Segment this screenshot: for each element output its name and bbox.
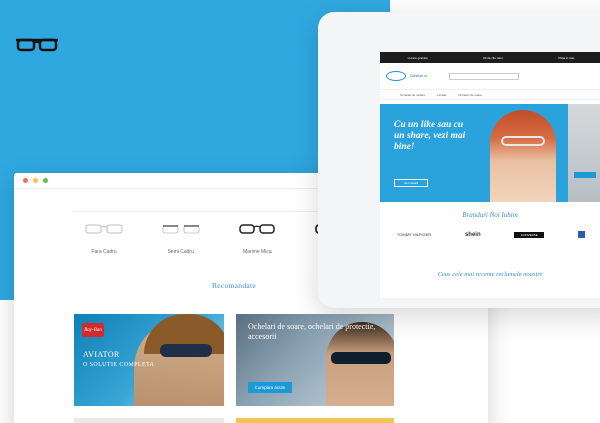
card-title: AVIATOR — [83, 350, 120, 359]
tablet-device: Livrare gratuita 30 de zile retur Plata … — [318, 12, 600, 308]
maximize-dot[interactable] — [43, 178, 48, 183]
promo-card-partial[interactable] — [236, 418, 394, 423]
side-banner[interactable] — [568, 104, 600, 202]
hero-button[interactable]: Vezi detalii — [394, 179, 428, 187]
buy-now-button[interactable]: Cumpara acum — [248, 382, 292, 393]
minimize-dot[interactable] — [33, 178, 38, 183]
page-background: Fara Cadru Semi Cadru Marime Mica Recoma… — [0, 0, 600, 423]
topbar-item: 30 de zile retur — [483, 55, 503, 60]
brand-logo-icon[interactable] — [386, 71, 406, 81]
promo-card-partial[interactable] — [74, 418, 224, 423]
brand-logo[interactable]: CONVERSE — [514, 231, 545, 238]
brand-logo[interactable]: shein — [465, 232, 481, 238]
side-banner-button[interactable] — [574, 172, 596, 178]
frame-type-semi-rim[interactable]: Semi Cadru — [151, 223, 211, 255]
brands-title: Branduri Noi Iubim — [462, 211, 518, 219]
rayban-logo: Ray-Ban — [82, 323, 104, 337]
card-title: Ochelari de soare, ochelari de protectie… — [248, 322, 376, 341]
zeiss-logo[interactable] — [578, 231, 586, 238]
white-glasses — [501, 136, 545, 146]
site-header: Ochelari.ro — [380, 63, 600, 90]
main-nav: Ochelari de vedere Lentile Ochelari de s… — [380, 90, 600, 100]
brand-logos: TOMMY HILFIGER shein CONVERSE — [380, 231, 600, 238]
top-info-bar: Livrare gratuita 30 de zile retur Plata … — [380, 52, 600, 63]
girl-photo — [490, 110, 556, 202]
frame-type-label: Marime Mica — [243, 249, 272, 255]
brand-logo[interactable]: TOMMY HILFIGER — [397, 232, 431, 237]
hero-title: Cu un like sau cu un share, vezi mai bin… — [394, 120, 466, 152]
sunglasses-promo-card[interactable]: Ochelari de soare, ochelari de protectie… — [236, 314, 394, 406]
frame-type-label: Semi Cadru — [167, 249, 194, 255]
small-glasses-icon — [239, 224, 276, 234]
nav-item[interactable]: Ochelari de soare — [458, 93, 482, 97]
nav-item[interactable]: Lentile — [437, 93, 446, 97]
frame-type-label: Fara Cadru — [91, 249, 117, 255]
card-subtitle: O SOLUTIE COMPLETA — [83, 362, 155, 368]
close-dot[interactable] — [23, 178, 28, 183]
aviator-promo-card[interactable]: Ray-Ban AVIATOR O SOLUTIE COMPLETA — [74, 314, 224, 406]
eyeglasses-icon — [15, 37, 59, 58]
topbar-item: Plata in rate — [558, 55, 575, 60]
promo-title: Ceas cele mai recente reclamele noastre — [437, 271, 543, 278]
mirrored-sunglasses — [331, 352, 391, 364]
hero-banner[interactable]: Cu un like sau cu un share, vezi mai bin… — [380, 104, 600, 202]
frame-type-small[interactable]: Marime Mica — [227, 223, 287, 255]
nav-item[interactable]: Ochelari de vedere — [400, 93, 425, 97]
frame-type-rimless[interactable]: Fara Cadru — [74, 223, 134, 255]
semi-rim-glasses-icon — [162, 225, 199, 234]
section-title: Recomandate — [211, 281, 257, 290]
aviator-sunglasses — [160, 344, 212, 357]
search-input[interactable] — [449, 72, 520, 80]
rimless-glasses-icon — [85, 224, 123, 234]
topbar-item: Livrare gratuita — [407, 55, 428, 60]
brand-name[interactable]: Ochelari.ro — [410, 74, 427, 78]
tablet-screen: Livrare gratuita 30 de zile retur Plata … — [380, 52, 600, 298]
